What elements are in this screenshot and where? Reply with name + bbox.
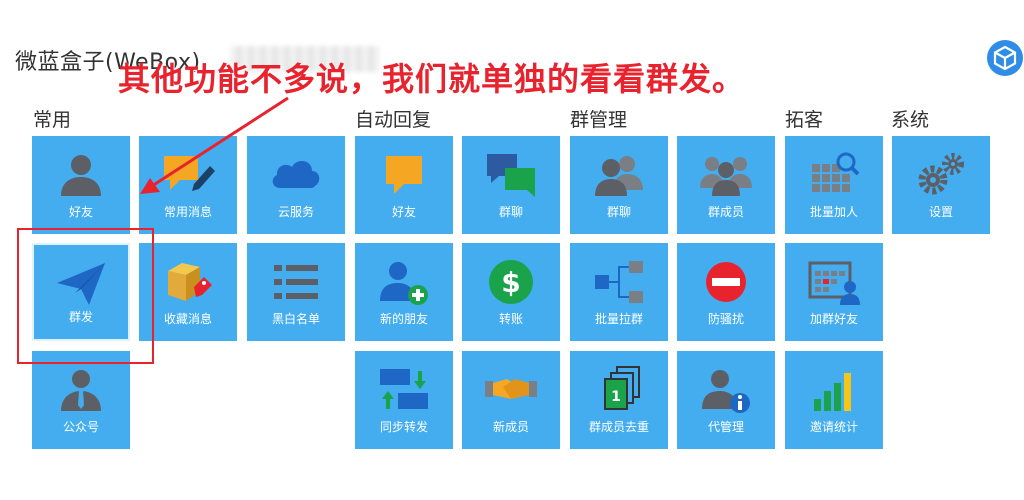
tile-invite-stats[interactable]: 邀请统计 [785, 351, 883, 449]
distribute-icon [595, 261, 643, 303]
tile-label: 新的朋友 [379, 312, 428, 326]
svg-text:1: 1 [611, 389, 621, 405]
message-edit-icon [164, 156, 215, 191]
bar-chart-icon [814, 373, 851, 411]
tile-label: 加群好友 [809, 312, 858, 326]
section-system: 系统 [891, 109, 930, 131]
person-icon [61, 155, 101, 196]
add-person-icon [380, 262, 428, 305]
tile-label: 转账 [498, 312, 523, 326]
tile-new-friends[interactable]: 新的朋友 [355, 243, 453, 341]
section-expand-customers: 拓客 [785, 109, 824, 131]
list-icon [274, 265, 318, 299]
webox-logo-icon[interactable] [987, 40, 1023, 76]
tile-blackwhite-list[interactable]: 黑白名单 [247, 243, 345, 341]
tile-friends[interactable]: 好友 [32, 136, 130, 234]
tile-batch-add[interactable]: 批量加人 [785, 136, 883, 234]
tile-label: 邀请统计 [809, 420, 858, 434]
tile-anti-harassment[interactable]: 防骚扰 [677, 243, 775, 341]
tile-label: 群发 [68, 310, 93, 324]
tile-label: 批量拉群 [594, 312, 643, 326]
message-icon [386, 156, 422, 194]
tile-favorite-messages[interactable]: 收藏消息 [139, 243, 237, 341]
tile-label: 云服务 [277, 205, 314, 219]
sync-arrows-icon [380, 369, 428, 409]
tile-transfer[interactable]: $ 转账 [462, 243, 560, 341]
tile-label: 批量加人 [809, 205, 858, 219]
box-tag-icon [168, 263, 212, 301]
tile-label: 新成员 [492, 420, 529, 434]
cloud-icon [272, 161, 320, 188]
tile-group-members[interactable]: 群成员 [677, 136, 775, 234]
stacked-docs-icon: 1 [604, 366, 640, 410]
tile-label: 防骚扰 [707, 312, 744, 326]
group-members-icon [700, 157, 752, 196]
tile-mass-send[interactable]: 群发 [32, 243, 130, 341]
tile-label: 黑白名单 [271, 312, 320, 326]
section-common: 常用 [33, 109, 72, 131]
tile-label: 同步转发 [379, 420, 428, 434]
person-info-icon [702, 370, 750, 413]
tile-common-messages[interactable]: 常用消息 [139, 136, 237, 234]
tile-proxy-management[interactable]: 代管理 [677, 351, 775, 449]
tile-label: 公众号 [62, 420, 99, 434]
tile-cloud-service[interactable]: 云服务 [247, 136, 345, 234]
tile-batch-pull-group[interactable]: 批量拉群 [570, 243, 668, 341]
svg-text:$: $ [501, 266, 520, 299]
tile-add-group-friends[interactable]: 加群好友 [785, 243, 883, 341]
tile-auto-reply-group-chat[interactable]: 群聊 [462, 136, 560, 234]
tile-auto-reply-friends[interactable]: 好友 [355, 136, 453, 234]
calendar-person-icon [808, 261, 860, 305]
tile-label: 代管理 [707, 420, 744, 434]
gears-icon [918, 153, 964, 195]
no-entry-icon [706, 262, 746, 302]
section-group-management: 群管理 [570, 109, 628, 131]
tile-new-members[interactable]: 新成员 [462, 351, 560, 449]
tile-label: 设置 [928, 205, 953, 219]
tile-dedupe-members[interactable]: 1 群成员去重 [570, 351, 668, 449]
tile-label: 群聊 [606, 205, 631, 219]
handshake-icon [485, 379, 537, 399]
tile-label: 好友 [391, 205, 416, 219]
people-icon [595, 156, 643, 196]
tile-label: 收藏消息 [163, 312, 212, 326]
tile-label: 群聊 [498, 205, 523, 219]
section-auto-reply: 自动回复 [355, 109, 432, 131]
chat-bubbles-icon [487, 154, 535, 197]
tile-label: 群成员 [707, 205, 744, 219]
tile-official-accounts[interactable]: 公众号 [32, 351, 130, 449]
dollar-icon: $ [489, 260, 533, 304]
tile-label: 常用消息 [163, 205, 212, 219]
annotation-caption: 其他功能不多说，我们就单独的看看群发。 [118, 60, 746, 98]
grid-search-icon [812, 152, 860, 192]
tile-group-chat[interactable]: 群聊 [570, 136, 668, 234]
tile-sync-forward[interactable]: 同步转发 [355, 351, 453, 449]
business-person-icon [61, 370, 101, 411]
tile-label: 好友 [68, 205, 93, 219]
tile-label: 群成员去重 [588, 420, 649, 434]
paper-plane-icon [57, 263, 105, 305]
tile-settings[interactable]: 设置 [892, 136, 990, 234]
